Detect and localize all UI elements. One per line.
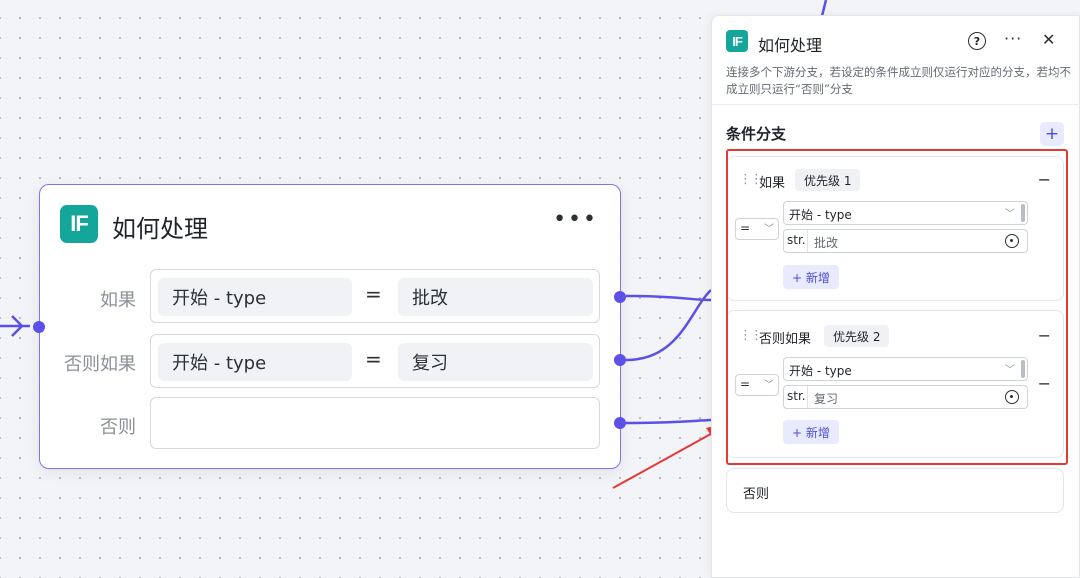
if-node-icon: IF xyxy=(60,205,98,243)
panel-title: 如何处理 xyxy=(758,36,823,55)
branch-card-else: 否则 xyxy=(726,468,1064,513)
condition-right-operand: 复习 xyxy=(398,343,593,381)
condition-operator: = xyxy=(365,347,382,371)
output-port-elseif[interactable] xyxy=(614,354,626,366)
row-label-elseif: 否则如果 xyxy=(64,354,136,375)
panel-description: 连接多个下游分支，若设定的条件成立则仅运行对应的分支，若均不成立则只运行“否则”… xyxy=(726,65,1071,96)
annotation-arrow xyxy=(612,429,719,489)
condition-row-else[interactable] xyxy=(150,397,600,449)
else-label: 否则 xyxy=(743,487,770,502)
output-port-if[interactable] xyxy=(614,291,626,303)
condition-row-elseif[interactable]: 开始 - type = 复习 xyxy=(150,334,600,388)
highlight-box xyxy=(726,149,1068,465)
if-icon: IF xyxy=(726,30,748,52)
edge-top xyxy=(820,0,828,17)
divider xyxy=(712,104,1080,105)
if-node[interactable]: IF 如何处理 ••• 如果 开始 - type = 批改 否则如果 开始 - … xyxy=(39,184,621,469)
condition-row-if[interactable]: 开始 - type = 批改 xyxy=(150,269,600,323)
node-title: 如何处理 xyxy=(112,215,208,243)
edge-else xyxy=(625,418,712,425)
incoming-arrow-head xyxy=(11,315,24,337)
condition-left-operand: 开始 - type xyxy=(158,278,352,316)
edge-if xyxy=(625,294,712,302)
condition-right-operand: 批改 xyxy=(398,278,593,316)
more-icon[interactable]: ··· xyxy=(1004,29,1022,48)
input-port[interactable] xyxy=(33,321,45,333)
row-label-else: 否则 xyxy=(100,417,136,438)
section-title: 条件分支 xyxy=(726,125,787,143)
edge-elseif xyxy=(625,289,712,362)
condition-operator: = xyxy=(365,282,382,306)
condition-left-operand: 开始 - type xyxy=(158,343,352,381)
close-icon[interactable]: ✕ xyxy=(1042,30,1055,49)
add-branch-button[interactable]: + xyxy=(1040,122,1064,146)
row-label-if: 如果 xyxy=(100,290,136,311)
output-port-else[interactable] xyxy=(614,417,626,429)
more-options-icon[interactable]: ••• xyxy=(553,207,598,232)
help-icon[interactable]: ? xyxy=(968,32,986,50)
